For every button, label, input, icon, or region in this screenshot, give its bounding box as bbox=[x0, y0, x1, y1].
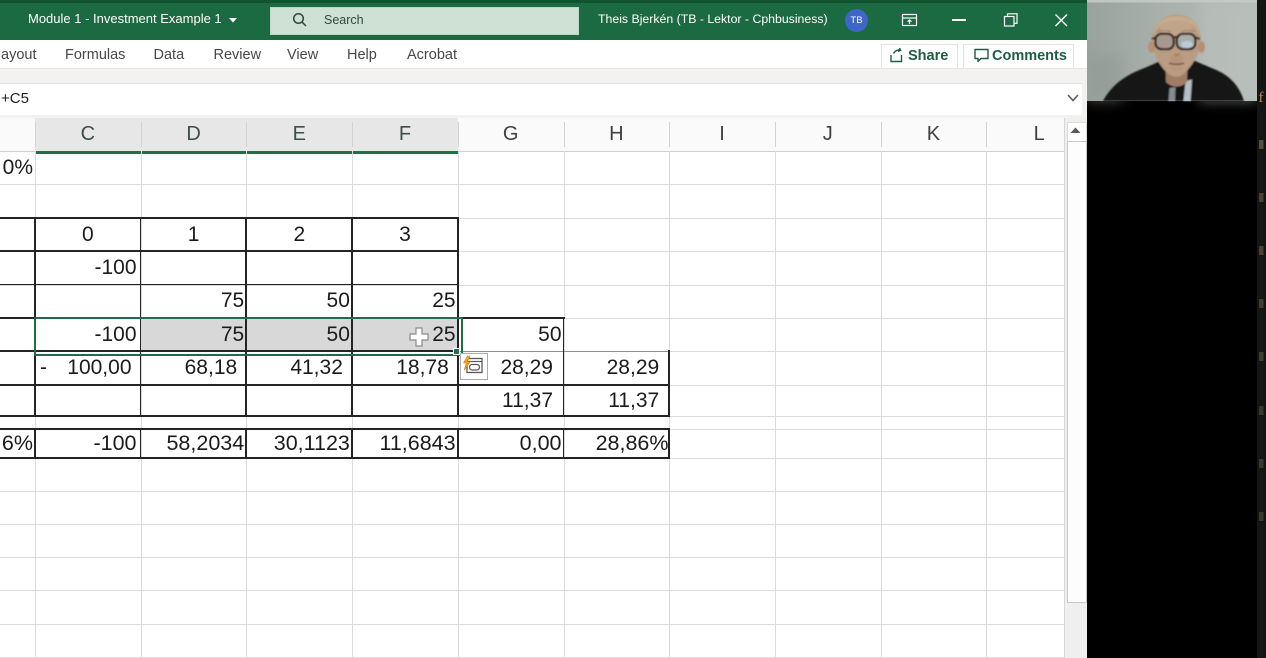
svg-text:f: f bbox=[1259, 90, 1264, 106]
